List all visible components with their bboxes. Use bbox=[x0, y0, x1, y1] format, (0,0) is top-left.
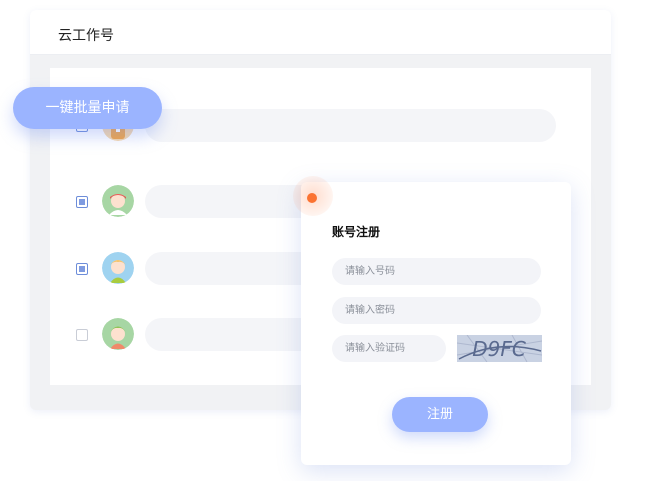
row-checkbox[interactable] bbox=[76, 196, 88, 208]
password-input[interactable] bbox=[332, 297, 541, 324]
red-hair-avatar-icon bbox=[102, 185, 134, 217]
register-card: 账号注册 D9FC 注册 bbox=[293, 176, 571, 465]
row-checkbox[interactable] bbox=[76, 329, 88, 341]
register-button[interactable]: 注册 bbox=[392, 397, 488, 432]
captcha-input[interactable] bbox=[332, 335, 446, 362]
window-header: 云工作号 bbox=[30, 10, 611, 55]
status-dot-icon bbox=[307, 193, 317, 203]
row-info-bar bbox=[145, 109, 556, 142]
window-title: 云工作号 bbox=[58, 28, 114, 44]
batch-apply-button[interactable]: 一键批量申请 bbox=[13, 87, 162, 129]
blond-avatar-icon bbox=[102, 252, 134, 284]
register-title: 账号注册 bbox=[332, 225, 381, 239]
captcha-text: D9FC bbox=[472, 337, 526, 361]
captcha-image[interactable]: D9FC bbox=[457, 335, 542, 362]
row-checkbox[interactable] bbox=[76, 263, 88, 275]
green-hat-avatar-icon bbox=[102, 318, 134, 350]
account-input[interactable] bbox=[332, 258, 541, 285]
